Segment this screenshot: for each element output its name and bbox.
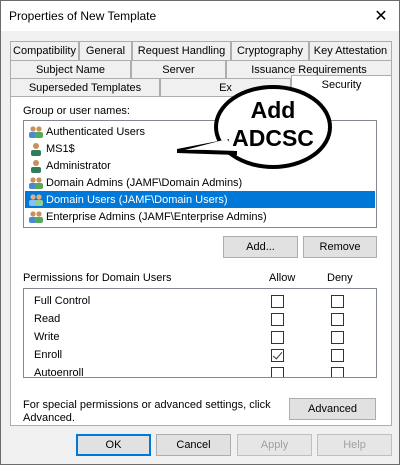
- table-row: Autoenroll: [24, 365, 376, 378]
- special-permissions-text-line1: For special permissions or advanced sett…: [23, 399, 271, 411]
- tab-general[interactable]: General: [79, 41, 132, 60]
- table-row: Enroll: [24, 347, 376, 365]
- annotation-line2: ADCSC: [232, 125, 314, 151]
- list-item-label: Enterprise Admins (JAMF\Enterprise Admin…: [46, 210, 267, 223]
- user-group-icon: [29, 176, 43, 189]
- ok-button[interactable]: OK: [76, 434, 151, 456]
- allow-checkbox-checked[interactable]: [271, 349, 284, 362]
- special-permissions-text-line2: Advanced.: [23, 412, 75, 424]
- tab-request-handling[interactable]: Request Handling: [132, 41, 231, 60]
- table-row: Write: [24, 329, 376, 347]
- allow-checkbox[interactable]: [271, 295, 284, 308]
- permission-name: Autoenroll: [34, 367, 84, 378]
- tab-compatibility[interactable]: Compatibility: [10, 41, 79, 60]
- permissions-label: Permissions for Domain Users: [23, 272, 172, 284]
- deny-checkbox[interactable]: [331, 313, 344, 326]
- list-item-label: Domain Users (JAMF\Domain Users): [46, 193, 228, 206]
- table-row: Read: [24, 311, 376, 329]
- group-users-label: Group or user names:: [23, 105, 130, 117]
- permission-name: Write: [34, 331, 60, 343]
- list-item-selected[interactable]: Domain Users (JAMF\Domain Users): [25, 191, 375, 208]
- apply-button[interactable]: Apply: [237, 434, 312, 456]
- tab-superseded-templates[interactable]: Superseded Templates: [10, 78, 160, 97]
- allow-checkbox[interactable]: [271, 331, 284, 344]
- window-title: Properties of New Template: [9, 9, 157, 23]
- table-row: Full Control: [24, 293, 376, 311]
- permission-name: Enroll: [34, 349, 63, 361]
- user-group-icon: [29, 125, 43, 138]
- annotation-bubble: Add ADCSC: [175, 83, 333, 181]
- user-icon: [31, 159, 41, 173]
- tab-cryptography[interactable]: Cryptography: [231, 41, 309, 60]
- permission-name: Read: [34, 313, 61, 325]
- annotation-line1: Add: [250, 97, 296, 123]
- tab-subject-name[interactable]: Subject Name: [10, 60, 131, 79]
- deny-checkbox[interactable]: [331, 295, 344, 308]
- advanced-button[interactable]: Advanced: [289, 398, 376, 420]
- list-item-label: MS1$: [46, 142, 75, 155]
- list-item[interactable]: Enterprise Admins (JAMF\Enterprise Admin…: [25, 208, 375, 225]
- tab-server[interactable]: Server: [131, 60, 226, 79]
- computer-user-icon: [31, 142, 41, 156]
- add-button[interactable]: Add...: [223, 236, 298, 258]
- list-item-label: Administrator: [46, 159, 111, 172]
- user-group-icon: [29, 193, 43, 206]
- properties-dialog: Properties of New Template ✕ Compatibili…: [0, 0, 400, 465]
- deny-checkbox[interactable]: [331, 331, 344, 344]
- deny-checkbox[interactable]: [331, 349, 344, 362]
- remove-button[interactable]: Remove: [303, 236, 377, 258]
- permission-name: Full Control: [34, 295, 91, 307]
- permissions-table: Full Control Read Write Enroll Autoenrol…: [23, 288, 377, 378]
- tab-key-attestation[interactable]: Key Attestation: [309, 41, 392, 60]
- title-bar: Properties of New Template ✕: [1, 1, 399, 31]
- allow-checkbox[interactable]: [271, 367, 284, 377]
- help-button[interactable]: Help: [317, 434, 392, 456]
- deny-header: Deny: [327, 272, 353, 284]
- deny-checkbox[interactable]: [331, 367, 344, 377]
- list-item-label: Authenticated Users: [46, 125, 146, 138]
- allow-header: Allow: [269, 272, 296, 284]
- allow-checkbox[interactable]: [271, 313, 284, 326]
- close-icon[interactable]: ✕: [363, 1, 399, 31]
- user-group-icon: [29, 210, 43, 223]
- cancel-button[interactable]: Cancel: [156, 434, 231, 456]
